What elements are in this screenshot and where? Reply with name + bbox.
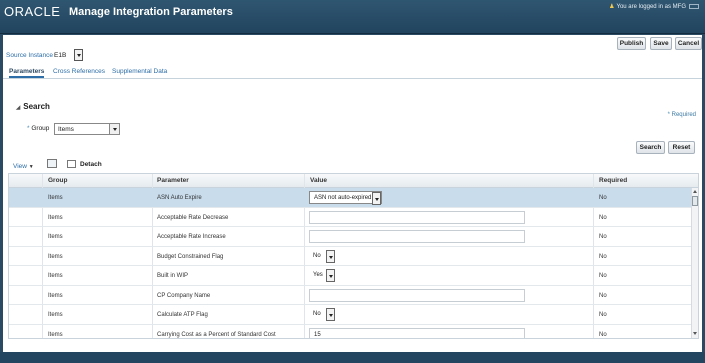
page-title: Manage Integration Parameters <box>69 6 233 18</box>
oracle-logo: ORACLE <box>4 4 61 19</box>
search-section-title[interactable]: ◢ Search <box>16 102 50 111</box>
publish-button[interactable]: Publish <box>617 37 646 50</box>
column-header-value[interactable]: Value <box>310 177 327 184</box>
main-panel: Publish Save Cancel Source Instance E1B … <box>3 35 702 352</box>
table-toolbar: View ▼ Detach <box>3 156 702 172</box>
group-select[interactable]: Items <box>54 123 120 135</box>
table-row[interactable]: Items Built in WIP Yes No <box>9 266 691 286</box>
chevron-down-icon[interactable] <box>326 269 335 282</box>
vertical-scrollbar[interactable] <box>691 188 698 338</box>
view-menu[interactable]: View ▼ <box>13 163 34 170</box>
global-menu-icon[interactable] <box>689 3 699 9</box>
value-input[interactable] <box>309 230 525 243</box>
tab-supplemental-data[interactable]: Supplemental Data <box>112 68 167 75</box>
chevron-down-icon[interactable] <box>326 249 335 263</box>
tab-parameters[interactable]: Parameters <box>9 68 45 78</box>
scroll-thumb[interactable] <box>692 196 698 206</box>
table-row[interactable]: Items Acceptable Rate Decrease No <box>9 208 691 227</box>
detach-icon[interactable] <box>67 160 76 168</box>
chevron-down-icon[interactable] <box>326 308 335 321</box>
column-header-group[interactable]: Group <box>48 177 68 184</box>
parameters-table: Group Parameter Value Required Items ASN… <box>8 173 699 339</box>
scroll-down-icon[interactable] <box>693 332 697 336</box>
value-select[interactable]: ASN not auto-expired <box>309 191 382 205</box>
save-button[interactable]: Save <box>650 37 672 50</box>
source-instance-label: Source Instance <box>6 52 53 59</box>
table-row[interactable]: Items ASN Auto Expire ASN not auto-expir… <box>9 188 691 208</box>
table-row[interactable]: Items Budget Constrained Flag No No <box>9 247 691 266</box>
table-row[interactable]: Items Calculate ATP Flag No No <box>9 305 691 325</box>
tab-bar: Parameters Cross References Supplemental… <box>3 65 702 79</box>
logged-in-status: ♟ You are logged in as MFG <box>609 3 699 10</box>
caret-down-icon: ▼ <box>28 164 34 170</box>
reset-button[interactable]: Reset <box>668 141 695 154</box>
value-select[interactable]: No <box>309 308 335 321</box>
chevron-down-icon[interactable] <box>109 124 119 134</box>
value-select[interactable]: No <box>309 249 335 263</box>
value-input[interactable]: 15 <box>309 327 525 338</box>
table-row[interactable]: Items Carrying Cost as a Percent of Stan… <box>9 325 691 338</box>
source-instance-dropdown[interactable] <box>74 49 83 61</box>
group-field-label: * Group <box>27 125 50 132</box>
table-row[interactable]: Items Acceptable Rate Increase No <box>9 227 691 247</box>
source-instance-value: E1B <box>54 52 67 59</box>
detach-button[interactable]: Detach <box>80 161 102 168</box>
app-header: ORACLE Manage Integration Parameters ♟ Yo… <box>0 0 705 34</box>
required-indicator: * Required <box>667 112 696 118</box>
tab-cross-references[interactable]: Cross References <box>53 68 105 75</box>
table-row[interactable]: Items CP Company Name No <box>9 286 691 305</box>
collapse-triangle-icon[interactable]: ◢ <box>16 105 20 111</box>
column-header-required[interactable]: Required <box>599 177 627 184</box>
footer-bar <box>0 352 705 363</box>
chevron-down-icon[interactable] <box>372 192 381 205</box>
value-input[interactable] <box>309 288 525 302</box>
cancel-button[interactable]: Cancel <box>675 37 702 50</box>
group-select-value: Items <box>58 126 74 133</box>
table-header: Group Parameter Value Required <box>9 174 698 188</box>
freeze-column-icon[interactable] <box>47 159 57 168</box>
value-select[interactable]: Yes <box>309 269 335 282</box>
value-input[interactable] <box>309 210 525 224</box>
column-header-parameter[interactable]: Parameter <box>157 177 189 184</box>
user-icon: ♟ <box>609 4 615 10</box>
search-button[interactable]: Search <box>636 141 665 154</box>
logged-in-text: You are logged in as MFG <box>616 4 687 10</box>
scroll-up-icon[interactable] <box>693 190 697 194</box>
